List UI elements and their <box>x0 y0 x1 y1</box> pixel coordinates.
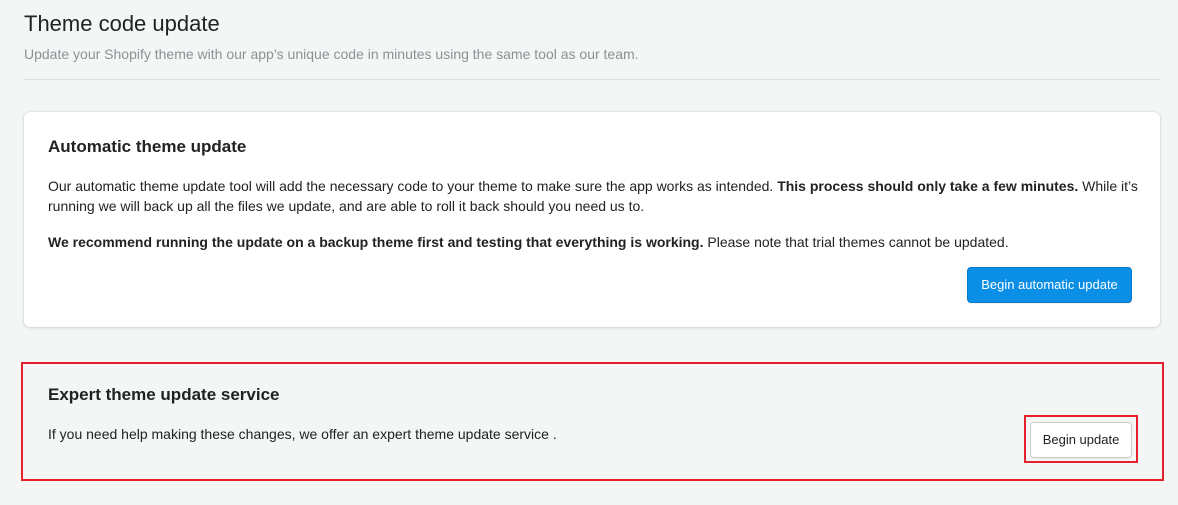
automatic-update-recommendation: We recommend running the update on a bac… <box>48 232 1138 252</box>
expert-update-section: Expert theme update service If you need … <box>21 362 1164 481</box>
begin-automatic-update-button[interactable]: Begin automatic update <box>967 267 1132 303</box>
page-subtitle: Update your Shopify theme with our app’s… <box>24 46 639 62</box>
automatic-update-title: Automatic theme update <box>48 137 247 156</box>
description-text: Our automatic theme update tool will add… <box>48 178 778 194</box>
begin-update-button[interactable]: Begin update <box>1030 422 1132 458</box>
description-emphasis: This process should only take a few minu… <box>777 178 1079 194</box>
expert-update-title: Expert theme update service <box>48 385 280 404</box>
page-header: Theme code update Update your Shopify th… <box>24 10 1160 64</box>
page-title: Theme code update <box>24 11 220 36</box>
automatic-update-card: Automatic theme update Our automatic the… <box>24 112 1160 327</box>
begin-update-highlight: Begin update <box>1024 415 1138 463</box>
recommendation-emphasis: We recommend running the update on a bac… <box>48 234 704 250</box>
expert-update-description: If you need help making these changes, w… <box>48 426 557 442</box>
header-divider <box>24 79 1160 80</box>
automatic-update-description: Our automatic theme update tool will add… <box>48 176 1138 216</box>
recommendation-note: Please note that trial themes cannot be … <box>703 234 1009 250</box>
